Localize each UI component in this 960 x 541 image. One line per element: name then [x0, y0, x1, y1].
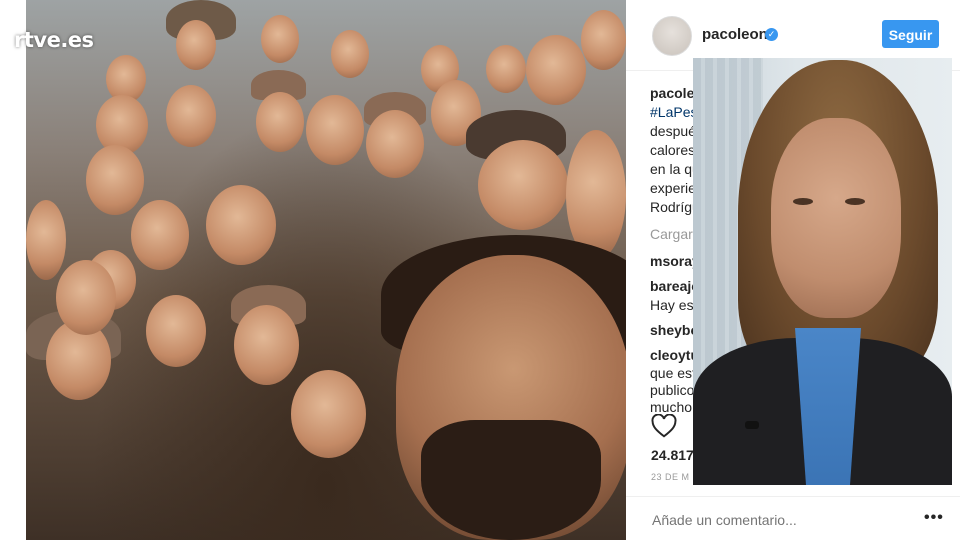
post-username[interactable]: pacoleon	[702, 26, 768, 43]
inset-video	[693, 58, 952, 485]
post-photo[interactable]	[26, 0, 626, 540]
follow-button[interactable]: Seguir	[882, 20, 939, 48]
likes-count[interactable]: 24.817	[651, 447, 694, 463]
verified-badge-icon: ✓	[765, 28, 778, 41]
more-options-icon[interactable]: •••	[924, 509, 944, 527]
comment-bar: •••	[626, 496, 960, 541]
rtve-logo: rtve.es	[14, 28, 94, 52]
lapel-mic	[745, 421, 759, 429]
heart-icon[interactable]	[651, 414, 677, 438]
avatar[interactable]	[652, 16, 692, 56]
post-date: 23 DE M	[651, 472, 690, 482]
comment-input[interactable]	[650, 509, 894, 531]
left-margin	[0, 0, 26, 540]
